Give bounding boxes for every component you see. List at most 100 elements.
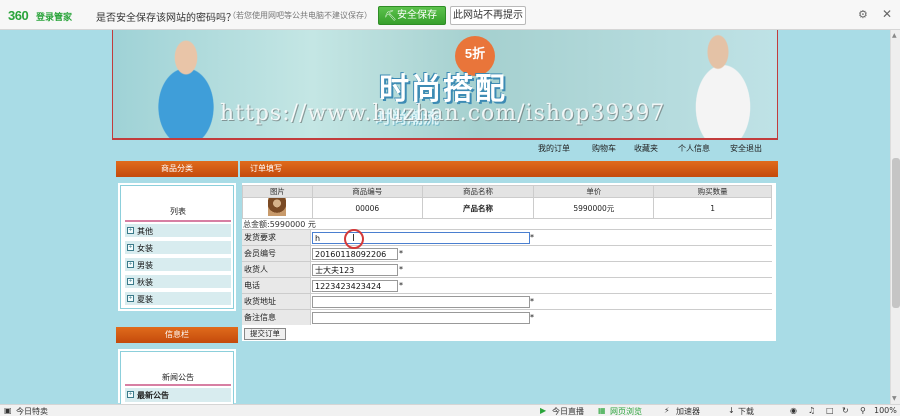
divider (125, 384, 231, 386)
receiver-input[interactable] (312, 264, 398, 276)
save-password-prompt: 是否安全保存该网站的密码吗？ (96, 13, 236, 24)
browse-mode-icon: ▦ (598, 406, 606, 415)
category-label: 女装 (137, 244, 153, 253)
nav-cart[interactable]: 购物车 (592, 143, 616, 154)
refresh-icon: ↻ (842, 406, 849, 415)
latest-notice-item[interactable]: + 最新公告 (125, 388, 231, 402)
text-cursor-icon: I (352, 233, 355, 244)
notes-label: 备注信息 (242, 310, 311, 325)
total-label: 总金额: (243, 220, 270, 229)
zoom-level[interactable]: 100% (874, 406, 897, 415)
column-header: 商品名称 (421, 185, 535, 198)
shipping-req-label: 发货要求 (242, 230, 311, 245)
category-item-mens[interactable]: + 男装 (125, 258, 231, 272)
category-item-summer[interactable]: + 夏装 (125, 292, 231, 306)
plus-box-icon: + (127, 261, 134, 268)
column-header: 商品编号 (311, 185, 423, 198)
watermark-text: https://www.huzhan.com/ishop39397 (220, 101, 666, 126)
status-icon: ◉ (790, 406, 797, 415)
category-item-autumn[interactable]: + 秋装 (125, 275, 231, 289)
save-password-button[interactable]: ⛏ 安全保存 (378, 6, 446, 25)
nav-my-orders[interactable]: 我的订单 (538, 143, 570, 154)
required-mark: * (530, 233, 534, 242)
gear-icon[interactable]: ⚙ (858, 8, 868, 21)
product-price-cell: 5990000元 (533, 197, 655, 219)
plus-box-icon: + (127, 278, 134, 285)
category-label: 夏装 (137, 295, 153, 304)
product-id-cell: 00006 (311, 197, 423, 219)
column-header: 图片 (242, 185, 313, 198)
browser-status-bar: ▣ 今日特卖 ▶ 今日直播 ▦ 网页浏览 ⚡ 加速器 ↓ 下载 ◉ ♫ □ ↻ … (0, 404, 900, 416)
address-input[interactable] (312, 296, 530, 308)
daily-deals-link[interactable]: 今日特卖 (16, 406, 48, 416)
deal-icon: ▣ (4, 406, 12, 415)
latest-notice-label: 最新公告 (137, 391, 169, 400)
divider (125, 220, 231, 222)
nav-favorites[interactable]: 收藏夹 (634, 143, 658, 154)
browse-mode-link[interactable]: 网页浏览 (610, 406, 642, 416)
form-row-receiver: 收货人 * (242, 261, 772, 277)
save-password-note: （若您使用网吧等公共电脑不建议保存） (228, 11, 372, 20)
nav-profile[interactable]: 个人信息 (678, 143, 710, 154)
never-prompt-button[interactable]: 此网站不再提示 (450, 6, 526, 25)
scroll-down-icon[interactable]: ▼ (892, 395, 897, 402)
banner-model-right-image (673, 30, 773, 138)
phone-label: 电话 (242, 278, 311, 293)
scroll-up-icon[interactable]: ▲ (892, 32, 897, 39)
accelerator-link[interactable]: 加速器 (676, 406, 700, 416)
category-header: 商品分类 (116, 161, 238, 177)
info-panel: 新闻公告 + 最新公告 (116, 347, 238, 407)
required-mark: * (399, 281, 403, 290)
product-name-cell: 产品名称 (421, 197, 535, 219)
info-header: 信息栏 (116, 327, 238, 343)
product-thumbnail-image[interactable] (268, 198, 287, 216)
plus-box-icon: + (127, 227, 134, 234)
notes-input[interactable] (312, 312, 530, 324)
order-header: 订单填写 (240, 161, 778, 177)
category-label: 男装 (137, 261, 153, 270)
receiver-label: 收货人 (242, 262, 311, 277)
form-row-notes: 备注信息 * (242, 309, 772, 325)
screen-icon: □ (826, 406, 834, 415)
member-id-label: 会员编号 (242, 246, 311, 261)
browser-logo: 360 (8, 8, 29, 23)
password-save-bar: 360 登录管家 是否安全保存该网站的密码吗？ （若您使用网吧等公共电脑不建议保… (0, 0, 900, 30)
download-link[interactable]: 下载 (738, 406, 754, 416)
category-label: 其他 (137, 227, 153, 236)
required-mark: * (399, 265, 403, 274)
column-header: 购买数量 (653, 185, 772, 198)
member-id-input[interactable] (312, 248, 398, 260)
required-mark: * (530, 297, 534, 306)
table-row: 00006 产品名称 5990000元 1 (242, 197, 772, 219)
category-item-other[interactable]: + 其他 (125, 224, 231, 238)
total-value: 5990000 (269, 220, 306, 229)
accelerator-icon: ⚡ (664, 406, 670, 415)
phone-input[interactable] (312, 280, 398, 292)
sound-icon: ♫ (808, 406, 816, 415)
key-icon: ⛏ (384, 11, 397, 22)
form-row-shipping-req: 发货要求 * (242, 229, 772, 245)
category-panel: 列表 + 其他 + 女装 + 男装 + 秋装 + 夏装 (116, 181, 238, 313)
required-mark: * (399, 249, 403, 258)
plus-box-icon: + (127, 391, 134, 398)
product-thumbnail-cell (242, 197, 313, 219)
live-link[interactable]: 今日直播 (552, 406, 584, 416)
zoom-icon: ⚲ (860, 406, 866, 415)
play-icon: ▶ (540, 406, 547, 415)
category-list-title: 列表 (170, 207, 186, 216)
plus-box-icon: + (127, 244, 134, 251)
nav-logout[interactable]: 安全退出 (730, 143, 762, 154)
browser-logo-subtitle: 登录管家 (36, 13, 73, 23)
total-unit: 元 (307, 220, 316, 229)
close-icon[interactable]: ✕ (882, 7, 892, 21)
category-item-womens[interactable]: + 女装 (125, 241, 231, 255)
scrollbar-thumb[interactable] (892, 158, 900, 308)
form-row-member-id: 会员编号 * (242, 245, 772, 261)
vertical-scrollbar[interactable]: ▲ ▼ (890, 30, 900, 404)
required-mark: * (530, 313, 534, 322)
order-items-table: 图片 商品编号 商品名称 单价 购买数量 00006 产品名称 5990000元… (242, 185, 772, 219)
category-label: 秋装 (137, 278, 153, 287)
submit-order-button[interactable]: 提交订单 (244, 328, 286, 340)
product-qty-cell: 1 (653, 197, 772, 219)
news-title: 新闻公告 (162, 373, 194, 382)
